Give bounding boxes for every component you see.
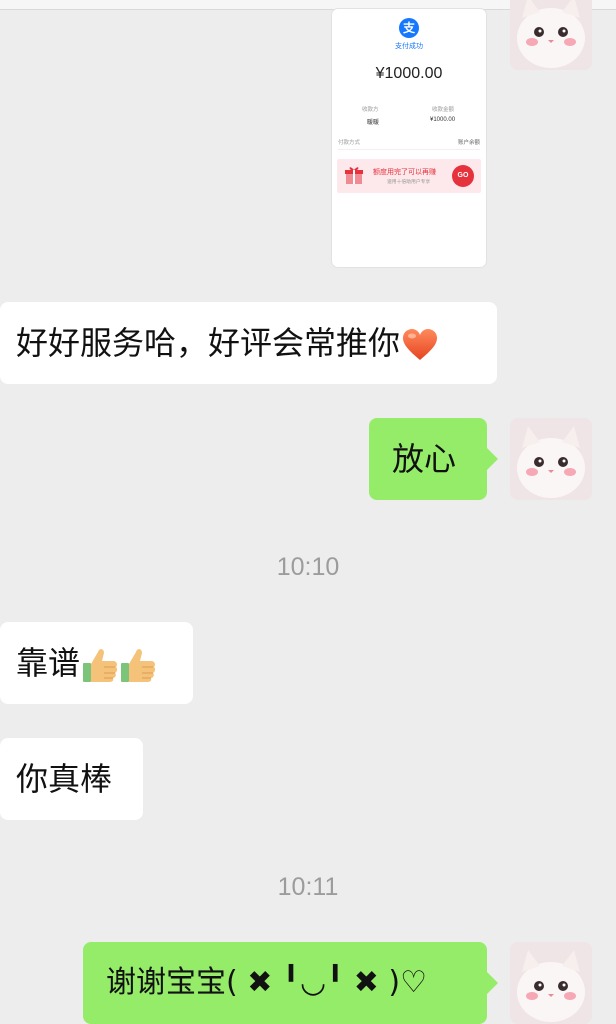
- payment-receipt-image[interactable]: 支 支付成功 ¥1000.00 收款方 暖暖 收款金额 ¥1000.00 付款方…: [332, 9, 486, 267]
- timestamp: 10:10: [276, 553, 340, 581]
- received-value: ¥1000.00: [430, 117, 456, 123]
- gift-icon: [345, 167, 363, 184]
- outgoing-message-bubble[interactable]: 谢谢宝宝( ✖ ╹◡╹ ✖ )♡: [83, 942, 498, 1024]
- bubble-tail: [486, 971, 498, 995]
- divider: [338, 149, 480, 150]
- message-text: 谢谢宝宝( ✖ ╹◡╹ ✖ )♡: [106, 965, 428, 1000]
- payment-method-label: 付款方式: [338, 140, 361, 146]
- cat-avatar-icon: [510, 942, 592, 1024]
- thumbs-up-icon: [121, 649, 156, 682]
- payment-amount: ¥1000.00: [375, 65, 443, 82]
- payment-method-value: 账户余额: [457, 140, 480, 146]
- my-avatar[interactable]: [510, 0, 592, 70]
- promo-banner[interactable]: 额度用完了可以再赚 速用十倍助用户专享 GO: [337, 159, 481, 193]
- my-avatar[interactable]: [510, 942, 592, 1024]
- cat-avatar-icon: [510, 0, 592, 70]
- cat-avatar-icon: [510, 418, 592, 500]
- incoming-message-bubble[interactable]: 你真棒: [0, 738, 143, 820]
- alipay-logo-icon: 支: [399, 18, 419, 38]
- message-text: 你真棒: [16, 760, 113, 798]
- banner-title: 额度用完了可以再赚: [373, 169, 436, 176]
- banner-go-button[interactable]: GO: [452, 165, 474, 187]
- incoming-message-bubble[interactable]: 好好服务哈，好评会常推你: [0, 302, 497, 384]
- outgoing-message-bubble[interactable]: 放心: [369, 418, 498, 500]
- heart-icon: [403, 329, 438, 360]
- timestamp: 10:11: [277, 873, 339, 901]
- received-label: 收款金额: [432, 107, 455, 113]
- incoming-message-bubble[interactable]: 靠谱: [0, 622, 193, 704]
- payment-status: 支付成功: [395, 43, 423, 50]
- message-text: 靠谱: [16, 644, 81, 682]
- banner-subtitle: 速用十倍助用户专享: [387, 180, 431, 185]
- payee-label: 收款方: [362, 107, 379, 113]
- thumbs-up-icon: [83, 649, 118, 682]
- payee-value: 暖暖: [367, 120, 380, 126]
- bubble-tail: [486, 447, 498, 471]
- message-text: 放心: [392, 440, 457, 478]
- message-text: 好好服务哈，好评会常推你: [16, 324, 401, 362]
- my-avatar[interactable]: [510, 418, 592, 500]
